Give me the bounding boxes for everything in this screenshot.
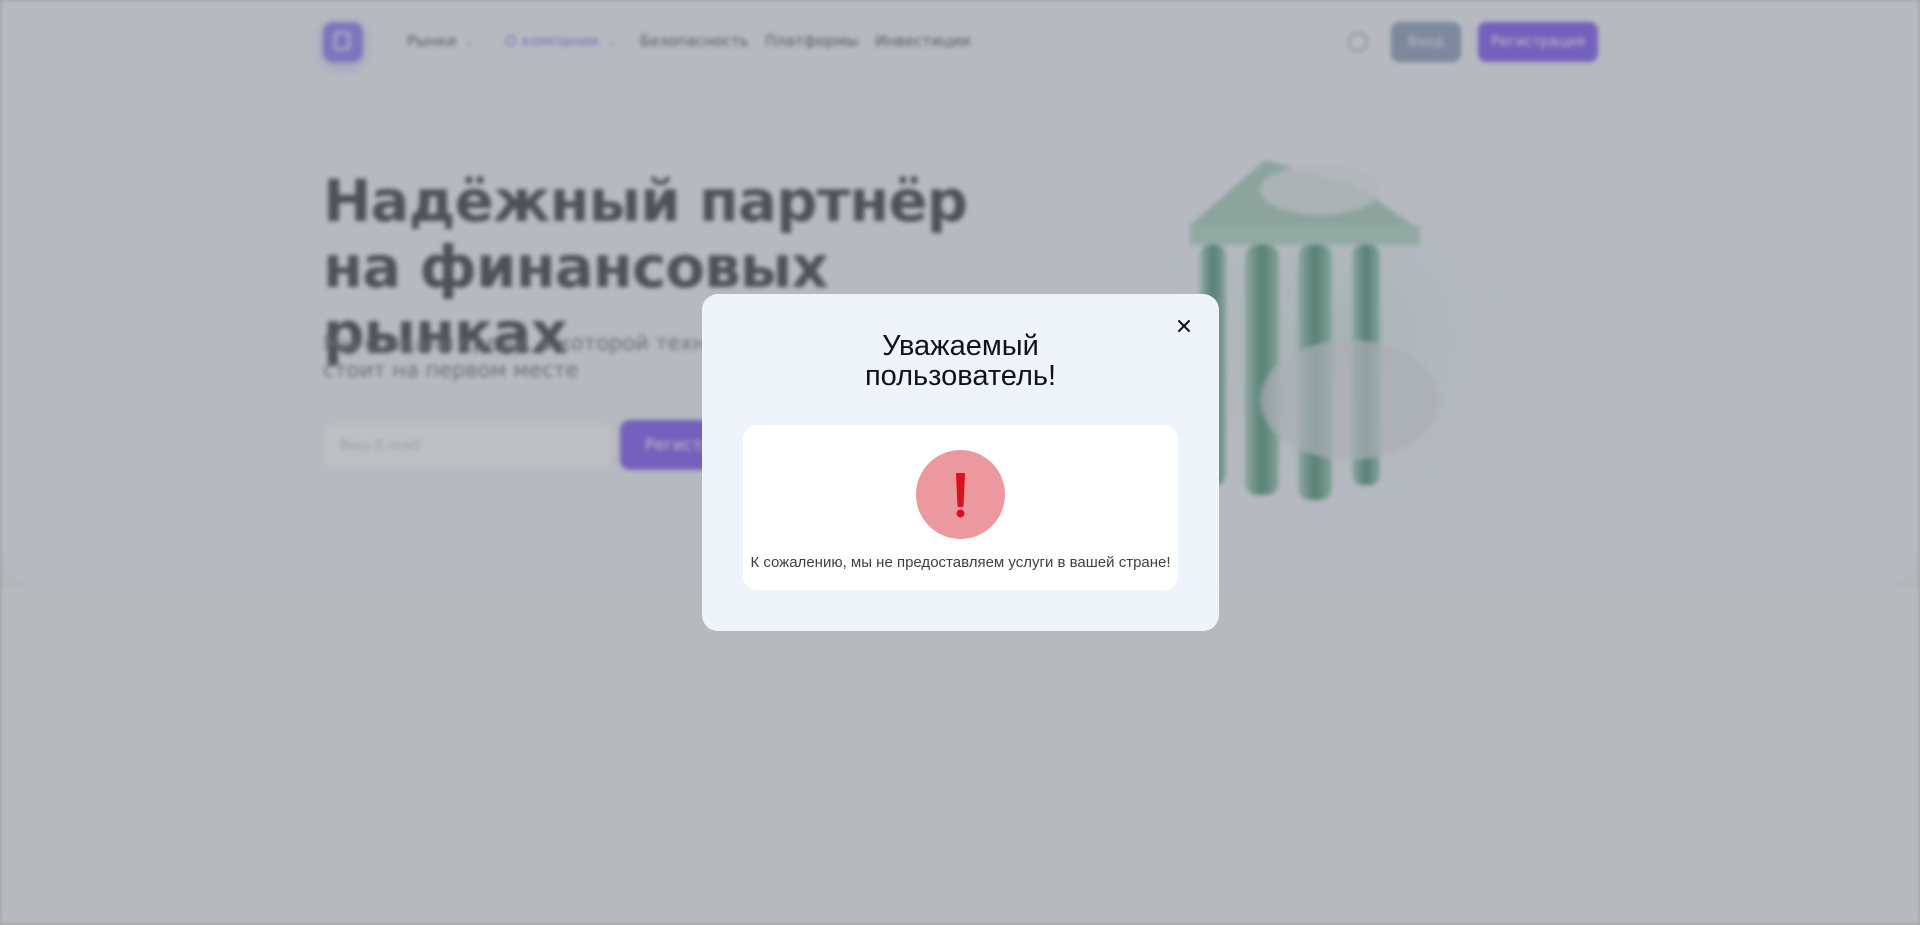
exclamation-alert-icon — [916, 450, 1005, 539]
modal-title-line-1: Уважаемый — [882, 330, 1039, 362]
modal-message: К сожалению, мы не предоставляем услуги … — [750, 554, 1171, 571]
modal-title: Уважаемый пользователь! — [702, 331, 1219, 391]
modal-title-line-2: пользователь! — [864, 360, 1057, 392]
